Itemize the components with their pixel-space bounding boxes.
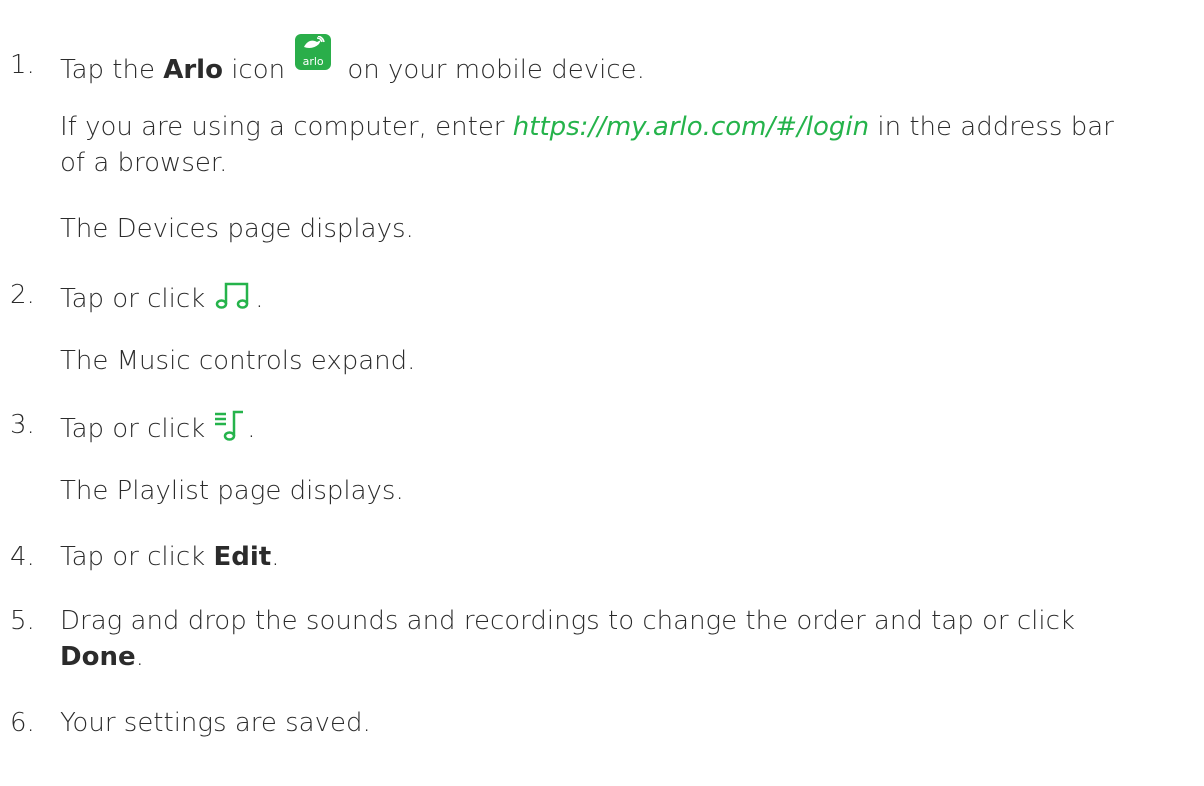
computer-note: If you are using a computer, enter https…	[60, 110, 1114, 144]
step-text: Your settings are saved.	[60, 708, 371, 738]
done-term: Done	[60, 642, 136, 672]
step-text-after: on your mobile device.	[339, 55, 645, 85]
step-text-pre: Tap the	[60, 55, 164, 85]
step-text-pre: Tap or click	[60, 414, 206, 444]
step-text-after: .	[271, 542, 280, 572]
arlo-term: Arlo	[163, 55, 223, 85]
step-number: 1.	[10, 50, 35, 80]
step-number: 5.	[10, 606, 35, 636]
step-text-after: .	[255, 284, 264, 314]
step-text-icon-word: icon	[222, 55, 286, 85]
login-url-link[interactable]: https://my.arlo.com/#/login	[513, 112, 869, 142]
step-number: 4.	[10, 542, 35, 572]
step-number: 6.	[10, 708, 35, 738]
step-text: Tap or click Edit.	[60, 540, 279, 574]
note-text: in the address bar	[869, 112, 1114, 142]
step-number: 3.	[10, 410, 35, 440]
step-text-pre: Tap or click	[60, 284, 206, 314]
music-note-icon	[213, 278, 255, 321]
computer-note-line2: of a browser.	[60, 148, 228, 178]
step-text: Tap or click.	[60, 278, 264, 321]
playlist-note: The Playlist page displays.	[60, 476, 404, 506]
instruction-document: 1. Tap the Arlo icon arlo on your mobile …	[0, 0, 1204, 786]
arlo-app-icon: arlo	[295, 34, 332, 70]
step-text: Tap the Arlo icon arlo on your mobile dev…	[60, 34, 645, 87]
step-text: Drag and drop the sounds and recordings …	[60, 606, 1075, 636]
devices-note: The Devices page displays.	[60, 214, 414, 244]
music-note: The Music controls expand.	[60, 346, 416, 376]
step-text-after: .	[135, 642, 144, 672]
arlo-brand-text: arlo	[302, 55, 324, 68]
playlist-icon	[213, 408, 247, 451]
step-number: 2.	[10, 280, 35, 310]
edit-term: Edit	[213, 542, 272, 572]
note-text: If you are using a computer, enter	[60, 112, 513, 142]
step-text: Tap or click.	[60, 408, 256, 451]
step-text-after: .	[247, 414, 256, 444]
step-text-pre: Tap or click	[60, 542, 214, 572]
step-5-line2: Done.	[60, 640, 144, 674]
